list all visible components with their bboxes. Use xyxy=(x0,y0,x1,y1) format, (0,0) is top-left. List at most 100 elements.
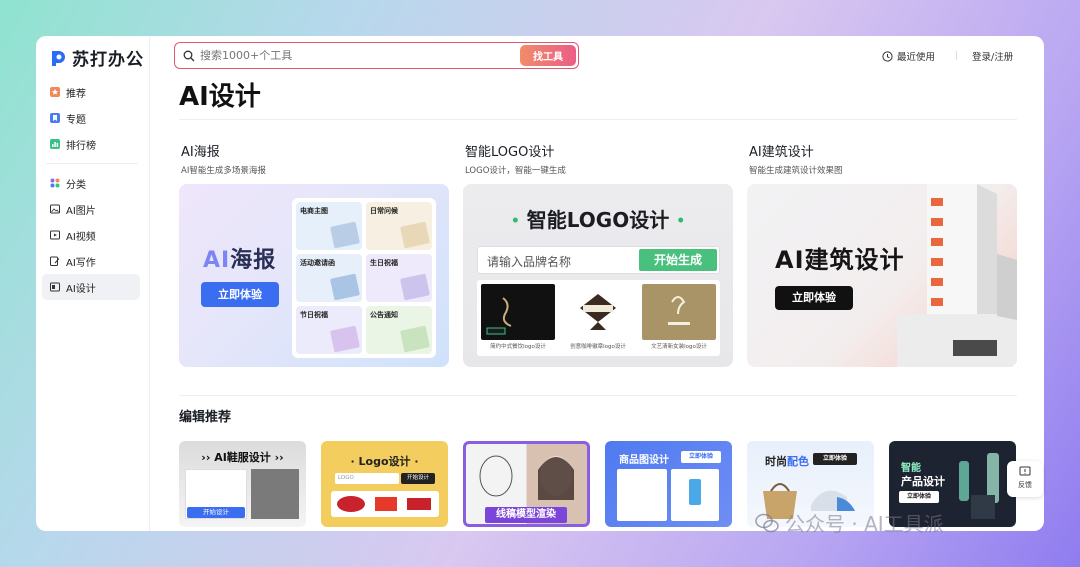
feedback-button[interactable]: 反馈 xyxy=(1007,461,1043,497)
recommend-item-product-image[interactable]: 商品图设计 立即体验 xyxy=(605,441,732,527)
building-illustration xyxy=(897,184,1017,367)
sidebar-item-label: AI设计 xyxy=(66,283,96,295)
recent-button[interactable]: 最近使用 xyxy=(882,49,935,63)
fashion-logo-icon xyxy=(668,296,690,325)
sidebar-nav: 推荐 专题 排行榜 分类 AI图片 AI视频 AI写作 AI设计 xyxy=(42,79,140,300)
sidebar-item-category[interactable]: 分类 xyxy=(42,170,140,196)
card-title-poster[interactable]: AI海报 xyxy=(181,141,220,160)
search-button[interactable]: 找工具 xyxy=(520,45,576,66)
product-photo-grid xyxy=(617,469,667,521)
logo-sample-image[interactable] xyxy=(561,284,635,340)
logo-icon xyxy=(52,50,65,66)
fashion-try-button[interactable]: 立即体验 xyxy=(813,453,857,465)
logo-banner-title: • 智能LOGO设计 • xyxy=(510,208,686,232)
recommend-label-top: 智能 xyxy=(901,463,921,474)
product-photo-preview xyxy=(671,469,719,521)
clock-icon xyxy=(882,50,893,62)
card-logo-design[interactable]: • 智能LOGO设计 • 请输入品牌名称 开始生成 简约中式餐饮logo设计 创… xyxy=(463,184,733,367)
bottles-icon xyxy=(959,453,999,519)
title-divider xyxy=(179,119,1017,120)
logo-mini-input: LOGO xyxy=(335,473,399,484)
generate-button[interactable]: 开始生成 xyxy=(639,249,717,271)
recommend-item-shoe-design[interactable]: ›› AI鞋服设计 ›› 开始设计 xyxy=(179,441,306,527)
sidebar-item-recommend[interactable]: 推荐 xyxy=(42,79,140,105)
recommend-item-lineart-render[interactable]: 线稿模型渲染 xyxy=(463,441,590,527)
sidebar-item-label: 专题 xyxy=(66,114,86,126)
sidebar-item-topics[interactable]: 专题 xyxy=(42,105,140,131)
poster-tile-label: 生日祝福 xyxy=(370,259,398,267)
logo-sample-image[interactable] xyxy=(642,284,716,340)
sidebar-item-label: AI写作 xyxy=(66,257,96,269)
recommend-item-logo-design[interactable]: · Logo设计 · LOGO 开始设计 xyxy=(321,441,448,527)
recommend-label: · Logo设计 · xyxy=(350,455,419,468)
brand-name-placeholder: 请输入品牌名称 xyxy=(487,255,572,269)
recommend-label: 商品图设计 xyxy=(619,455,669,466)
lineart-label: 线稿模型渲染 xyxy=(485,507,567,523)
grid-icon xyxy=(50,178,60,188)
product-try-button[interactable]: 立即体验 xyxy=(681,451,721,463)
logo-banner-text: 智能LOGO设计 xyxy=(526,208,670,232)
poster-tile[interactable]: 节日祝福 xyxy=(296,306,362,354)
poster-banner-rest: 海报 xyxy=(230,248,277,273)
recommend-label-highlight: 配色 xyxy=(787,455,809,468)
poster-tile[interactable]: 电商主图 xyxy=(296,202,362,250)
logo-sample-caption: 简约中式餐饮logo设计 xyxy=(490,344,546,350)
card-subtitle-poster: AI智能生成多场景海报 xyxy=(181,166,266,176)
brand-name-input[interactable]: 请输入品牌名称 开始生成 xyxy=(477,246,720,274)
sidebar-item-label: AI图片 xyxy=(66,205,96,217)
sidebar-item-label: AI视频 xyxy=(66,231,96,243)
card-architecture-design[interactable]: AI建筑设计 立即体验 xyxy=(747,184,1017,367)
video-icon xyxy=(50,230,60,240)
login-link[interactable]: 登录/注册 xyxy=(972,49,1013,63)
sidebar: 苏打办公 推荐 专题 排行榜 分类 AI图片 AI视频 AI写作 AI设计 xyxy=(36,36,150,531)
watermark-text: 公众号 · AI工具派 xyxy=(785,512,944,536)
coffee-badge-icon xyxy=(580,294,616,330)
logo-sample-caption: 文艺清新女装logo设计 xyxy=(651,344,707,350)
poster-tile[interactable]: 公告通知 xyxy=(366,306,432,354)
recommend-label-text: AI鞋服设计 xyxy=(214,451,271,464)
search-icon xyxy=(183,50,195,61)
logo-mini-samples xyxy=(331,491,439,517)
sidebar-item-ranking[interactable]: 排行榜 xyxy=(42,131,140,157)
logo-sample-image[interactable] xyxy=(481,284,555,340)
architecture-try-button[interactable]: 立即体验 xyxy=(775,286,853,310)
pen-icon xyxy=(50,256,60,266)
poster-tile-label: 公告通知 xyxy=(370,311,398,319)
card-title-architecture[interactable]: AI建筑设计 xyxy=(749,141,814,160)
sidebar-item-ai-writing[interactable]: AI写作 xyxy=(42,248,140,274)
logo-sample-caption: 创意咖啡徽章logo设计 xyxy=(570,344,626,350)
poster-tile[interactable]: 日常问候 xyxy=(366,202,432,250)
app-name: 苏打办公 xyxy=(72,50,144,70)
page-title: AI设计 xyxy=(179,82,261,112)
poster-banner-title: AI海报 xyxy=(203,242,276,274)
section-divider xyxy=(179,395,1017,396)
watermark: 公众号 · AI工具派 xyxy=(755,508,944,537)
recommend-section-title: 编辑推荐 xyxy=(179,410,232,425)
recommend-label-text: 时尚 xyxy=(765,455,787,468)
sidebar-item-label: 分类 xyxy=(66,179,86,191)
bookmark-icon xyxy=(50,113,60,123)
poster-tile-label: 活动邀请函 xyxy=(300,259,335,267)
star-icon xyxy=(50,87,60,97)
poster-try-button[interactable]: 立即体验 xyxy=(201,282,279,307)
product-design-try-button[interactable]: 立即体验 xyxy=(899,491,939,503)
app-window: 苏打办公 推荐 专题 排行榜 分类 AI图片 AI视频 AI写作 AI设计 搜索… xyxy=(36,36,1044,531)
feedback-label: 反馈 xyxy=(1018,481,1032,489)
poster-tile[interactable]: 生日祝福 xyxy=(366,254,432,302)
app-logo[interactable]: 苏打办公 xyxy=(48,45,144,70)
chinese-logo-icon xyxy=(486,297,512,335)
poster-tile[interactable]: 活动邀请函 xyxy=(296,254,362,302)
search-bar: 找工具 xyxy=(174,42,579,69)
card-ai-poster[interactable]: AI海报 立即体验 电商主图 日常问候 活动邀请函 生日祝福 节日祝福 公告通知 xyxy=(179,184,449,367)
card-title-logo[interactable]: 智能LOGO设计 xyxy=(465,141,554,160)
shoe-design-button[interactable]: 开始设计 xyxy=(187,507,245,518)
feedback-icon xyxy=(1019,466,1031,476)
design-icon xyxy=(50,282,60,292)
image-icon xyxy=(50,204,60,214)
sidebar-item-ai-image[interactable]: AI图片 xyxy=(42,196,140,222)
sidebar-item-ai-design[interactable]: AI设计 xyxy=(42,274,140,300)
sidebar-item-ai-video[interactable]: AI视频 xyxy=(42,222,140,248)
poster-tile-label: 节日祝福 xyxy=(300,311,328,319)
search-input[interactable] xyxy=(195,49,520,62)
logo-mini-button[interactable]: 开始设计 xyxy=(401,473,435,484)
